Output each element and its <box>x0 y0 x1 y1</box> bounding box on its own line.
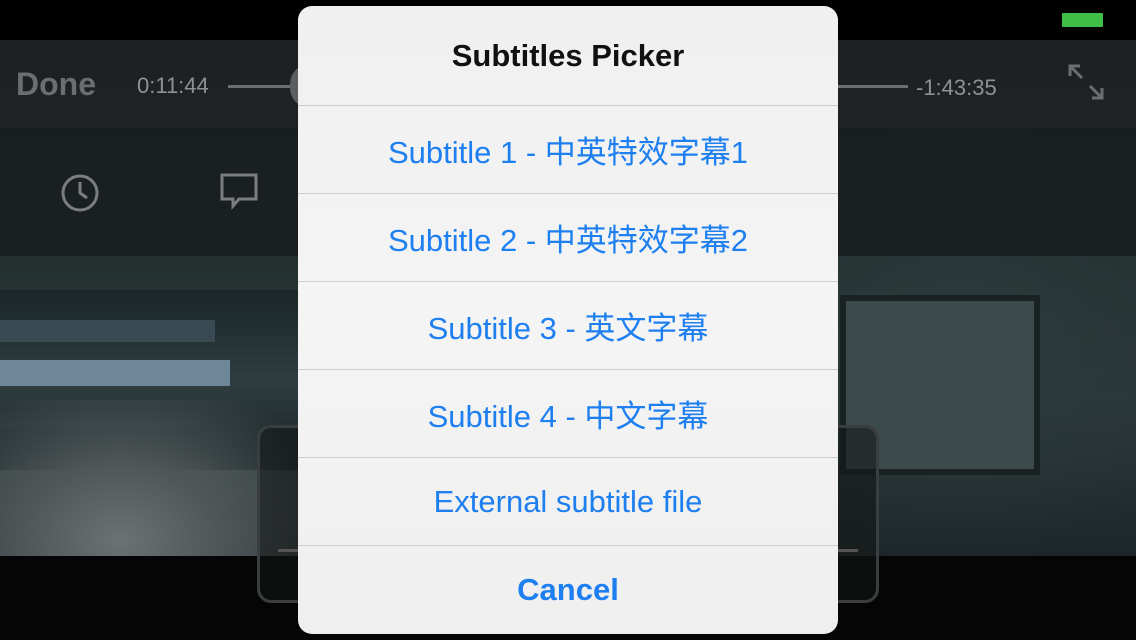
time-remaining: -1:43:35 <box>916 75 997 100</box>
done-button[interactable]: Done <box>16 66 96 103</box>
clock-icon[interactable] <box>59 172 101 214</box>
cancel-button[interactable]: Cancel <box>298 545 838 634</box>
chat-bubble-icon[interactable] <box>219 171 259 211</box>
picker-title: Subtitles Picker <box>451 37 685 73</box>
external-subtitle-option[interactable]: External subtitle file <box>298 457 838 545</box>
battery-icon <box>1062 13 1103 27</box>
subtitle-option-3[interactable]: Subtitle 3 - 英文字幕 <box>298 281 838 369</box>
fullscreen-icon[interactable] <box>1066 62 1106 102</box>
subtitle-option-1[interactable]: Subtitle 1 - 中英特效字幕1 <box>298 105 838 193</box>
video-scene-shelf <box>0 360 230 386</box>
video-scene-shelf <box>0 320 215 342</box>
scrub-track[interactable] <box>228 85 298 88</box>
scrub-track[interactable] <box>838 85 908 88</box>
subtitle-option-2[interactable]: Subtitle 2 - 中英特效字幕2 <box>298 193 838 281</box>
subtitle-option-4[interactable]: Subtitle 4 - 中文字幕 <box>298 369 838 457</box>
time-elapsed: 0:11:44 <box>137 73 209 98</box>
subtitles-picker-sheet: Subtitles Picker Subtitle 1 - 中英特效字幕1 Su… <box>298 6 838 634</box>
